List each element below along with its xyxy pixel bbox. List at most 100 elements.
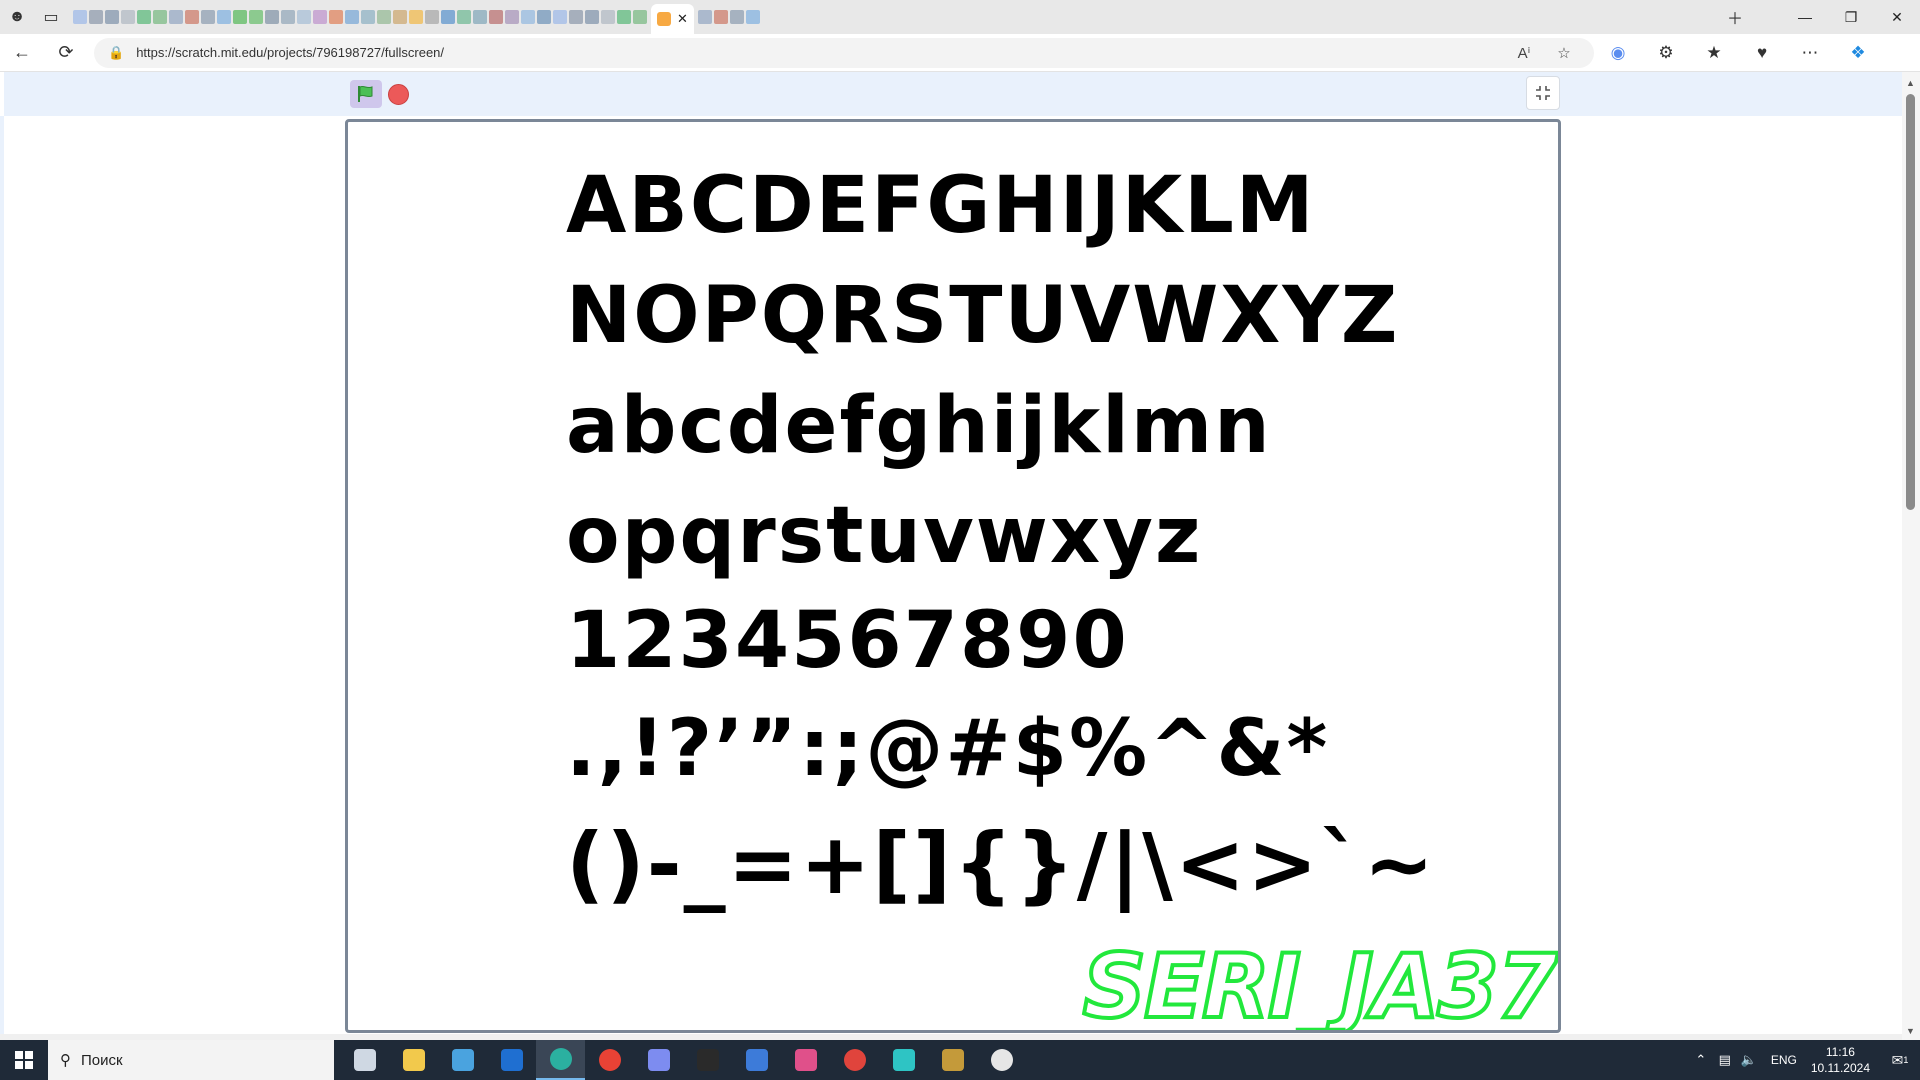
search-placeholder: Поиск — [81, 1051, 123, 1069]
taskbar-app-file-explorer[interactable] — [389, 1040, 438, 1080]
volume-icon[interactable]: 🔈 — [1737, 1052, 1761, 1068]
scroll-thumb[interactable] — [1906, 94, 1915, 510]
tab-favicon-icon[interactable] — [441, 10, 455, 24]
chevron-up-icon[interactable]: ⌃ — [1689, 1052, 1713, 1068]
tab-favicon-icon[interactable] — [617, 10, 631, 24]
start-button[interactable] — [0, 1040, 48, 1080]
taskbar-app-app-drop[interactable] — [781, 1040, 830, 1080]
taskbar-app-edge[interactable] — [536, 1040, 585, 1080]
app-rec-icon — [843, 1049, 866, 1071]
tab-favicon-icon[interactable] — [713, 10, 728, 24]
read-aloud-icon[interactable]: Aⁱ — [1504, 44, 1544, 62]
tab-favicon-icon[interactable] — [281, 10, 295, 24]
tab-favicon-icon[interactable] — [697, 10, 712, 24]
tab-favicon-icon[interactable] — [393, 10, 407, 24]
app-doc-icon — [745, 1049, 768, 1071]
taskbar-search[interactable]: ⚲ Поиск — [48, 1040, 334, 1080]
favorites-icon[interactable]: ★ — [1690, 34, 1738, 72]
tab-favicon-icon[interactable] — [265, 10, 279, 24]
tab-favicon-icon[interactable] — [137, 10, 151, 24]
new-tab-button[interactable]: ＋ — [1718, 0, 1752, 34]
url-text[interactable]: https://scratch.mit.edu/projects/7961987… — [136, 45, 1504, 60]
taskbar-app-app-rec[interactable] — [830, 1040, 879, 1080]
tab-favicon-icon[interactable] — [521, 10, 535, 24]
tab-favicon-icon[interactable] — [201, 10, 215, 24]
glyph-line-uppercase-2: NOPQRSTUVWXYZ — [566, 271, 1400, 361]
project-stage[interactable]: ABCDEFGHIJKLM NOPQRSTUVWXYZ abcdefghijkl… — [345, 119, 1561, 1033]
favorite-star-icon[interactable]: ☆ — [1544, 44, 1584, 62]
taskbar-app-chrome[interactable] — [585, 1040, 634, 1080]
restore-button[interactable]: ❐ — [1828, 0, 1874, 34]
more-menu-icon[interactable]: ⋯ — [1786, 34, 1834, 72]
taskbar-app-app-x[interactable] — [879, 1040, 928, 1080]
browser-toolbar: ← ⟳ 🔒 https://scratch.mit.edu/projects/7… — [0, 34, 1920, 72]
tab-favicon-icon[interactable] — [601, 10, 615, 24]
tab-favicon-icon[interactable] — [585, 10, 599, 24]
windows-taskbar: ⚲ Поиск ⌃ ▤ 🔈 ENG 11:16 10.11.2024 ✉ 1 — [0, 1040, 1920, 1080]
tab-favicon-icon[interactable] — [409, 10, 423, 24]
refresh-button[interactable]: ⟳ — [44, 34, 88, 72]
scroll-up-arrow-icon[interactable]: ▲ — [1906, 78, 1915, 88]
tab-favicon-icon[interactable] — [89, 10, 103, 24]
close-tab-icon[interactable]: ✕ — [677, 11, 688, 27]
scroll-down-arrow-icon[interactable]: ▼ — [1906, 1026, 1915, 1036]
glyph-line-lowercase-2: opqrstuvwxyz — [566, 491, 1203, 581]
taskbar-app-outlook[interactable] — [487, 1040, 536, 1080]
tab-favicon-icon[interactable] — [489, 10, 503, 24]
copilot-icon[interactable]: ❖ — [1834, 34, 1882, 72]
back-button[interactable]: ← — [0, 34, 44, 72]
taskbar-app-app-f[interactable] — [683, 1040, 732, 1080]
tab-favicon-icon[interactable] — [169, 10, 183, 24]
extensions-puzzle-icon[interactable]: ⚙ — [1642, 34, 1690, 72]
taskbar-app-app-doc[interactable] — [732, 1040, 781, 1080]
lock-icon[interactable]: 🔒 — [108, 45, 124, 61]
tab-favicon-icon[interactable] — [537, 10, 551, 24]
tab-favicon-icon[interactable] — [233, 10, 247, 24]
extension-icon[interactable]: ◉ — [1594, 34, 1642, 72]
tab-favicon-icon[interactable] — [121, 10, 135, 24]
tab-favicon-icon[interactable] — [473, 10, 487, 24]
tab-favicon-icon[interactable] — [633, 10, 647, 24]
tab-favicon-icon[interactable] — [217, 10, 231, 24]
tab-favicon-icon[interactable] — [313, 10, 327, 24]
tab-favicon-icon[interactable] — [249, 10, 263, 24]
minimize-button[interactable]: — — [1782, 0, 1828, 34]
tab-favicon-icon[interactable] — [105, 10, 119, 24]
tab-favicon-icon[interactable] — [345, 10, 359, 24]
tab-actions-icon[interactable]: ▭ — [34, 0, 68, 34]
tab-favicon-icon[interactable] — [185, 10, 199, 24]
tab-favicon-icon[interactable] — [569, 10, 583, 24]
taskbar-app-app-a[interactable] — [634, 1040, 683, 1080]
tab-favicon-icon[interactable] — [361, 10, 375, 24]
active-tab[interactable]: ✕ — [651, 4, 694, 34]
stop-button[interactable] — [388, 84, 409, 105]
profile-icon[interactable]: ☻ — [0, 0, 34, 34]
tab-favicon-icon[interactable] — [425, 10, 439, 24]
exit-fullscreen-button[interactable] — [1526, 76, 1560, 110]
tab-favicon-icon[interactable] — [329, 10, 343, 24]
taskbar-app-app-play[interactable] — [977, 1040, 1026, 1080]
tab-favicon-icon[interactable] — [153, 10, 167, 24]
tab-favicon-icon[interactable] — [553, 10, 567, 24]
taskbar-app-microsoft-store[interactable] — [438, 1040, 487, 1080]
tab-favicon-icon[interactable] — [377, 10, 391, 24]
taskbar-app-app-lock[interactable] — [928, 1040, 977, 1080]
green-flag-button[interactable] — [350, 80, 382, 108]
tab-favicon-icon[interactable] — [745, 10, 760, 24]
network-icon[interactable]: ▤ — [1713, 1052, 1737, 1068]
notifications-button[interactable]: ✉ 1 — [1880, 1040, 1920, 1080]
author-watermark: SERI_JA37 — [1081, 933, 1558, 1033]
app-play-icon — [990, 1049, 1013, 1071]
close-window-button[interactable]: ✕ — [1874, 0, 1920, 34]
language-indicator[interactable]: ENG — [1771, 1053, 1797, 1067]
tab-favicon-icon[interactable] — [729, 10, 744, 24]
address-bar[interactable]: 🔒 https://scratch.mit.edu/projects/79619… — [94, 37, 1594, 68]
tab-favicon-icon[interactable] — [457, 10, 471, 24]
tab-favicon-icon[interactable] — [297, 10, 311, 24]
page-scrollbar[interactable]: ▲ ▼ — [1902, 72, 1920, 1040]
taskbar-app-task-view[interactable] — [340, 1040, 389, 1080]
tab-favicon-icon[interactable] — [73, 10, 87, 24]
clock[interactable]: 11:16 10.11.2024 — [1811, 1044, 1870, 1076]
browser-essentials-icon[interactable]: ♥ — [1738, 34, 1786, 72]
tab-favicon-icon[interactable] — [505, 10, 519, 24]
